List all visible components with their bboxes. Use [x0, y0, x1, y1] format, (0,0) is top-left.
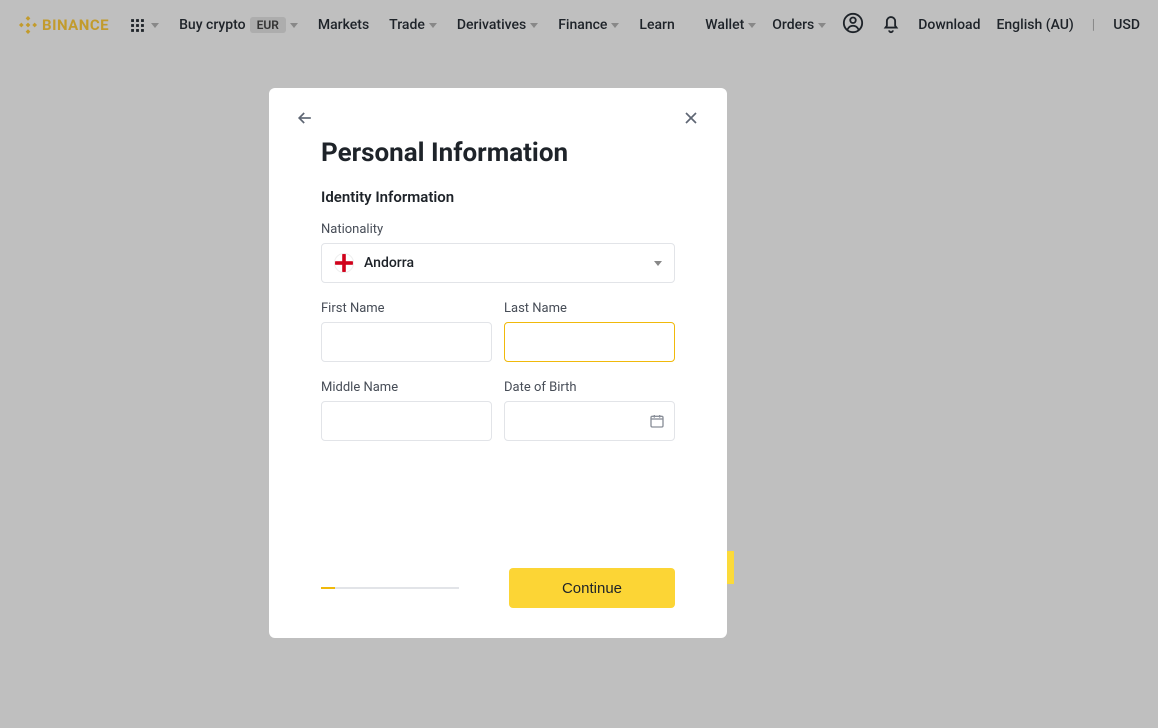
apps-menu[interactable]	[129, 17, 159, 34]
currency-pill: EUR	[250, 17, 286, 33]
notifications-button[interactable]	[880, 12, 902, 38]
nav-language[interactable]: English (AU)	[996, 17, 1073, 33]
nav-markets-label: Markets	[318, 17, 369, 33]
continue-button[interactable]: Continue	[509, 568, 675, 608]
middle-name-input[interactable]	[321, 401, 492, 441]
first-name-label: First Name	[321, 301, 492, 316]
nationality-label: Nationality	[321, 222, 675, 237]
close-icon[interactable]	[681, 108, 701, 128]
logo[interactable]: BINANCE	[18, 15, 109, 35]
nav-left: BINANCE Buy crypto EUR Markets Trade	[18, 15, 675, 35]
nav-currency-label: USD	[1113, 17, 1140, 33]
modal-body: Personal Information Identity Informatio…	[295, 138, 701, 568]
nav-download-label: Download	[918, 17, 980, 33]
logo-text: BINANCE	[42, 16, 109, 34]
middle-name-label: Middle Name	[321, 380, 492, 395]
personal-info-modal: Personal Information Identity Informatio…	[269, 88, 727, 638]
nav-buy-crypto-label: Buy crypto	[179, 17, 246, 33]
chevron-down-icon	[818, 23, 826, 28]
binance-logo-icon	[18, 15, 38, 35]
first-name-input[interactable]	[321, 322, 492, 362]
nav-language-label: English (AU)	[996, 17, 1073, 33]
back-arrow-icon[interactable]	[295, 108, 315, 128]
nav-buy-crypto[interactable]: Buy crypto EUR	[179, 17, 298, 33]
modal-header	[295, 108, 701, 128]
background-button-edge	[726, 551, 734, 584]
nav-divider: |	[1092, 17, 1095, 33]
last-name-input[interactable]	[504, 322, 675, 362]
progress-fill	[321, 587, 335, 589]
nav-derivatives[interactable]: Derivatives	[457, 17, 538, 33]
nav-currency[interactable]: USD	[1113, 17, 1140, 33]
nav-finance-label: Finance	[558, 17, 607, 33]
section-identity-title: Identity Information	[321, 188, 675, 206]
nav-download[interactable]: Download	[918, 17, 980, 33]
nav-orders-label: Orders	[772, 17, 814, 33]
chevron-down-icon	[654, 261, 662, 266]
modal-footer: Continue	[295, 568, 701, 608]
chevron-down-icon	[290, 23, 298, 28]
last-name-label: Last Name	[504, 301, 675, 316]
chevron-down-icon	[151, 23, 159, 28]
chevron-down-icon	[429, 23, 437, 28]
chevron-down-icon	[530, 23, 538, 28]
nav-finance[interactable]: Finance	[558, 17, 619, 33]
modal-title: Personal Information	[321, 138, 675, 168]
nav-learn-label: Learn	[639, 17, 674, 33]
chevron-down-icon	[748, 23, 756, 28]
bell-icon	[880, 12, 902, 34]
nav-markets[interactable]: Markets	[318, 17, 369, 33]
nationality-select[interactable]: Andorra	[321, 243, 675, 283]
chevron-down-icon	[611, 23, 619, 28]
top-nav: BINANCE Buy crypto EUR Markets Trade	[0, 0, 1158, 50]
progress-bar	[321, 587, 459, 589]
nav-trade-label: Trade	[389, 17, 425, 33]
user-account-button[interactable]	[842, 12, 864, 38]
calendar-icon[interactable]	[649, 413, 665, 429]
nav-wallet[interactable]: Wallet	[705, 17, 756, 33]
dob-label: Date of Birth	[504, 380, 675, 395]
nav-trade[interactable]: Trade	[389, 17, 437, 33]
nav-wallet-label: Wallet	[705, 17, 744, 33]
nav-right: Wallet Orders Download English (AU)	[705, 12, 1140, 38]
flag-icon	[334, 253, 354, 273]
nav-orders[interactable]: Orders	[772, 17, 826, 33]
grid-icon	[129, 17, 146, 34]
nav-derivatives-label: Derivatives	[457, 17, 526, 33]
nationality-value: Andorra	[364, 255, 414, 271]
user-icon	[842, 12, 864, 34]
nav-learn[interactable]: Learn	[639, 17, 674, 33]
